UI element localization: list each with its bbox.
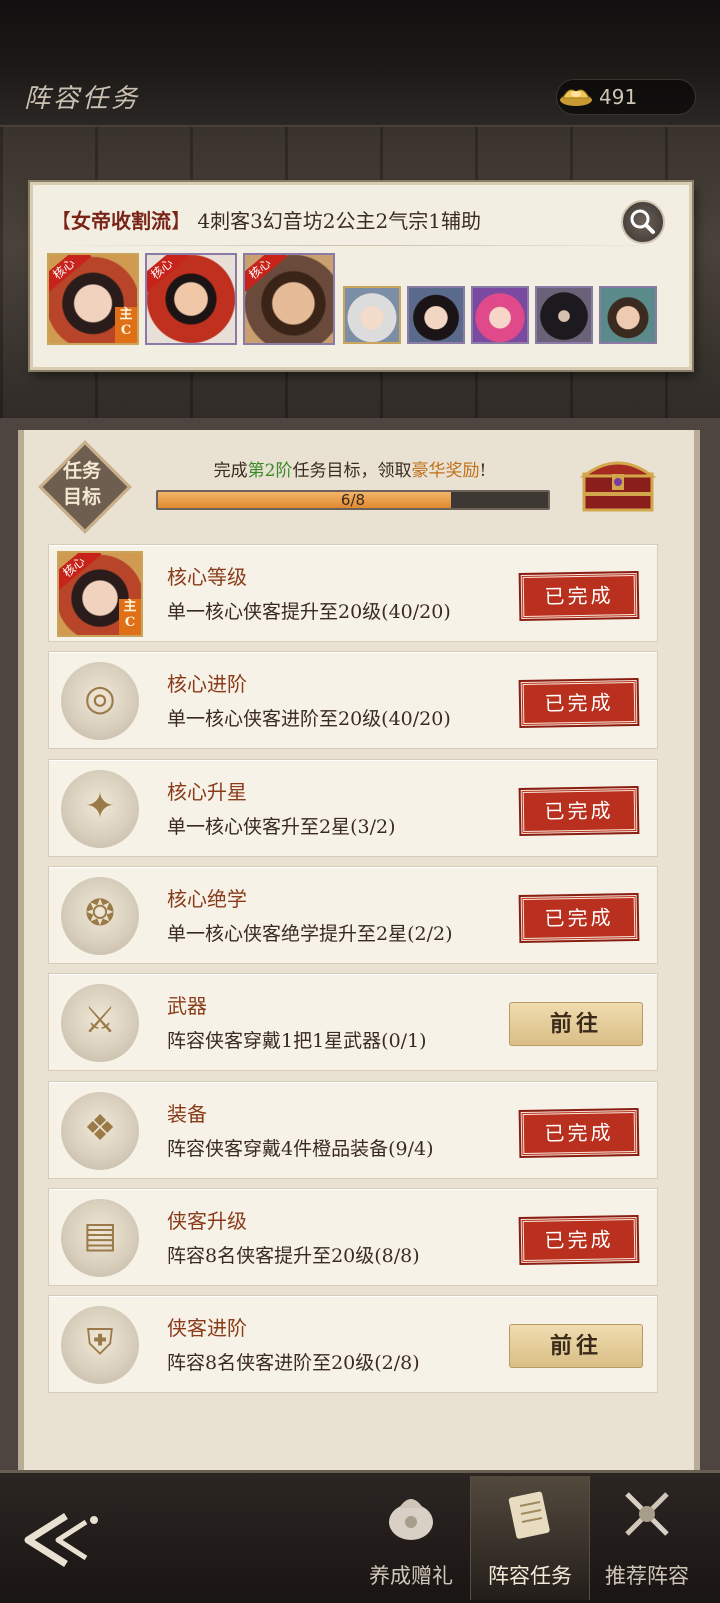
completed-stamp: 已完成 (518, 1107, 640, 1158)
weapon-icon: ⚔ (57, 980, 143, 1066)
goal-description: 完成第2阶任务目标，领取豪华奖励! (160, 456, 540, 481)
skill-scroll-icon: ❂ (57, 873, 143, 959)
badge-text: 任务 目标 (38, 458, 126, 510)
goal-suffix: ! (479, 461, 487, 481)
task-row: ◎ 核心进阶单一核心侠客进阶至20级(40/20) 已完成 (48, 651, 658, 750)
task-description: 阵容侠客穿戴4件橙品装备(9/4) (167, 1137, 434, 1160)
task-title: 武器 (167, 994, 207, 1019)
go-button[interactable]: 前往 (509, 1002, 643, 1047)
main-c-tag: 主C (115, 307, 137, 343)
tab-label: 推荐阵容 (605, 1564, 689, 1588)
task-scroll-icon (508, 1491, 550, 1539)
main-c-tag: 主C (119, 599, 141, 635)
tab-label: 养成赠礼 (369, 1564, 453, 1588)
badge-line-1: 任务 (62, 460, 101, 482)
core-hero-portrait: 核心 主C (57, 551, 143, 637)
lineup-name: 女帝收割流 (71, 209, 171, 233)
task-row: ❖ 装备阵容侠客穿戴4件橙品装备(9/4) 已完成 (48, 1080, 658, 1179)
page-title: 阵容任务 (24, 84, 141, 114)
goal-middle: 任务目标，领取 (292, 461, 412, 481)
search-icon (630, 209, 655, 234)
task-title: 核心绝学 (167, 886, 247, 911)
top-bar: 阵容任务 491 (0, 0, 720, 127)
goal-reward: 豪华奖励 (411, 461, 480, 481)
go-button[interactable]: 前往 (509, 1324, 643, 1369)
task-description: 单一核心侠客提升至20级(40/20) (167, 601, 451, 623)
progress-text: 6/8 (340, 491, 366, 509)
task-title: 核心等级 (167, 565, 247, 589)
tab-lineup-task[interactable]: 阵容任务 (470, 1476, 590, 1600)
hero-face-image (409, 288, 463, 342)
hero-portrait-core-3[interactable]: 核心 (243, 253, 335, 345)
core-tag: 核心 (59, 553, 102, 592)
currency-display[interactable]: 491 (556, 79, 696, 115)
completed-stamp: 已完成 (518, 678, 640, 729)
task-row: ✦ 核心升星单一核心侠客升至2星(3/2) 已完成 (48, 758, 658, 857)
hero-portrait-core-1[interactable]: 核心 主C (47, 253, 139, 345)
completed-stamp: 已完成 (518, 785, 640, 836)
gold-ingot-icon (560, 89, 592, 106)
task-row: ⛨ 侠客进阶阵容8名侠客进阶至20级(2/8) 前往 (48, 1295, 658, 1394)
hero-face-image (473, 288, 527, 342)
equipment-icon: ❖ (57, 1088, 143, 1174)
task-title: 核心升星 (167, 779, 247, 804)
currency-amount: 491 (599, 85, 638, 109)
hero-face-image (601, 288, 655, 342)
goal-badge: 任务 目标 (38, 440, 132, 534)
task-title: 装备 (167, 1101, 207, 1126)
badge-line-2: 目标 (62, 486, 101, 508)
task-row: ❂ 核心绝学单一核心侠客绝学提升至2星(2/2) 已完成 (48, 865, 658, 964)
task-description: 阵容8名侠客提升至20级(8/8) (167, 1244, 420, 1267)
gift-bag-icon (389, 1499, 433, 1540)
task-description: 单一核心侠客进阶至20级(40/20) (167, 708, 451, 731)
completed-stamp: 已完成 (518, 1214, 640, 1265)
task-description: 单一核心侠客绝学提升至2星(2/2) (167, 922, 453, 945)
completed-stamp: 已完成 (518, 570, 640, 622)
completed-stamp: 已完成 (518, 892, 640, 943)
task-title: 侠客升级 (167, 1208, 247, 1233)
wings-star-icon: ✦ (57, 766, 143, 852)
tab-label: 阵容任务 (488, 1564, 572, 1588)
goal-prefix: 完成 (213, 461, 248, 481)
task-description: 阵容侠客穿戴1把1星武器(0/1) (167, 1030, 427, 1053)
advance-emblem-icon: ◎ (57, 658, 143, 744)
book-icon: ▤ (57, 1195, 143, 1281)
hero-portrait-4[interactable] (343, 286, 401, 344)
task-title: 核心进阶 (167, 672, 247, 697)
hero-face-image (537, 288, 591, 342)
hero-portrait-6[interactable] (471, 286, 529, 344)
hero-face-image (345, 288, 399, 342)
task-row: ▤ 侠客升级阵容8名侠客提升至20级(8/8) 已完成 (48, 1187, 658, 1286)
lineup-card: 【女帝收割流】 4刺客3幻音坊2公主2气宗1辅助 核心 主C 核心 核心 (30, 182, 692, 370)
swords-icon (625, 1492, 669, 1536)
back-arrow-icon[interactable] (14, 1508, 102, 1572)
reward-chest-icon[interactable] (580, 452, 656, 514)
tab-recommended-lineup[interactable]: 推荐阵容 (588, 1476, 706, 1600)
task-row: 核心 主C 核心等级单一核心侠客提升至20级(40/20) 已完成 (48, 544, 658, 642)
task-title: 侠客进阶 (167, 1316, 247, 1341)
goal-stage: 第2阶 (247, 461, 293, 481)
goal-progress-bar: 6/8 (156, 490, 550, 510)
hero-portrait-8[interactable] (599, 286, 657, 344)
divider (51, 245, 671, 246)
lineup-title: 【女帝收割流】 4刺客3幻音坊2公主2气宗1辅助 (51, 209, 481, 233)
hero-portrait-core-2[interactable]: 核心 (145, 253, 237, 345)
lineup-composition: 4刺客3幻音坊2公主2气宗1辅助 (197, 209, 481, 233)
task-description: 单一核心侠客升至2星(3/2) (167, 815, 396, 838)
task-description: 阵容8名侠客进阶至20级(2/8) (167, 1352, 420, 1375)
hero-portrait-5[interactable] (407, 286, 465, 344)
task-row: ⚔ 武器阵容侠客穿戴1把1星武器(0/1) 前往 (48, 973, 658, 1072)
helmet-icon: ⛨ (57, 1302, 143, 1388)
tab-growth-gift[interactable]: 养成赠礼 (352, 1476, 470, 1600)
hero-portrait-7[interactable] (535, 286, 593, 344)
search-button[interactable] (621, 200, 665, 244)
